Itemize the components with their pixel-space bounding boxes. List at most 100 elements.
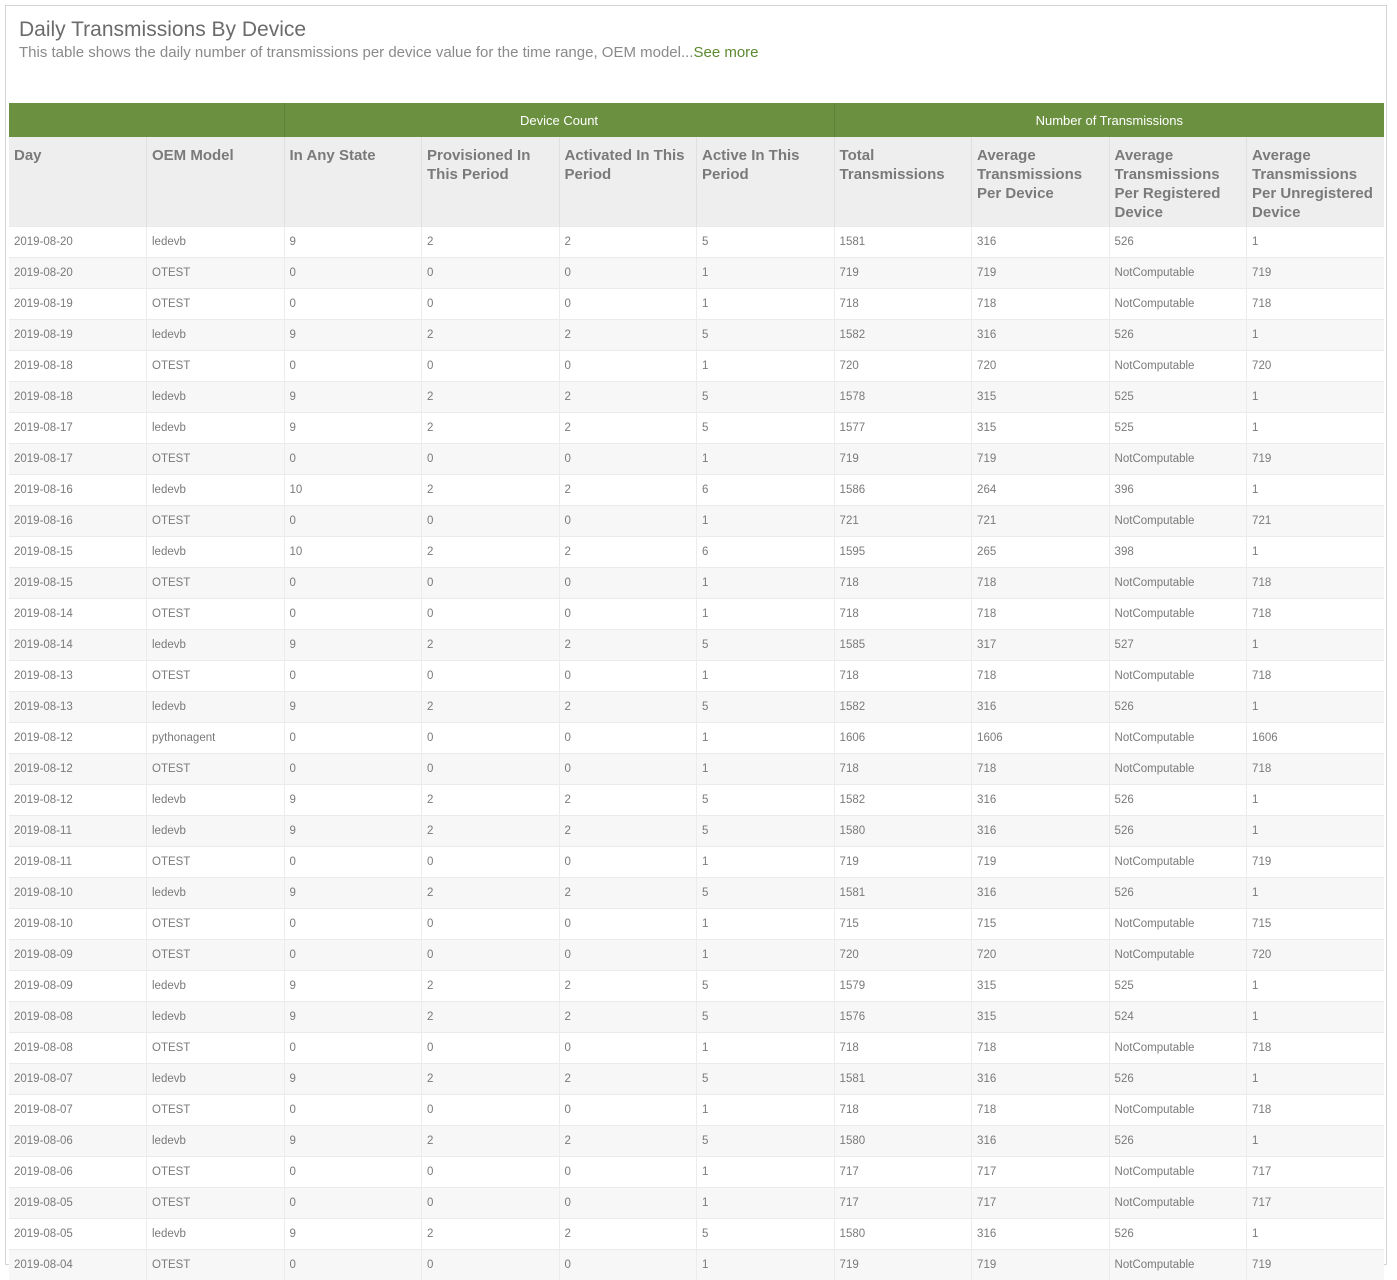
column-header-total-transmissions[interactable]: Total Transmissions bbox=[834, 137, 972, 227]
cell-day: 2019-08-05 bbox=[9, 1188, 147, 1219]
column-header-active[interactable]: Active In This Period bbox=[697, 137, 835, 227]
cell-total-transmissions: 718 bbox=[834, 661, 972, 692]
cell-oem-model: OTEST bbox=[147, 1095, 285, 1126]
cell-provisioned: 2 bbox=[422, 320, 560, 351]
cell-activated: 0 bbox=[559, 1095, 697, 1126]
cell-oem-model: OTEST bbox=[147, 506, 285, 537]
cell-in-any-state: 0 bbox=[284, 289, 422, 320]
cell-active: 6 bbox=[697, 475, 835, 506]
cell-total-transmissions: 1585 bbox=[834, 630, 972, 661]
cell-avg-per-device: 719 bbox=[972, 444, 1110, 475]
cell-avg-per-registered: NotComputable bbox=[1109, 506, 1247, 537]
table-row: 2019-08-08OTEST0001718718NotComputable71… bbox=[9, 1033, 1384, 1064]
cell-in-any-state: 0 bbox=[284, 506, 422, 537]
cell-avg-per-device: 315 bbox=[972, 413, 1110, 444]
cell-activated: 0 bbox=[559, 1157, 697, 1188]
cell-avg-per-unregistered: 718 bbox=[1247, 1095, 1385, 1126]
cell-oem-model: OTEST bbox=[147, 940, 285, 971]
column-header-avg-per-unregistered[interactable]: Average Transmissions Per Unregistered D… bbox=[1247, 137, 1385, 227]
cell-total-transmissions: 718 bbox=[834, 599, 972, 630]
cell-day: 2019-08-15 bbox=[9, 568, 147, 599]
cell-avg-per-registered: 526 bbox=[1109, 1126, 1247, 1157]
cell-oem-model: ledevb bbox=[147, 413, 285, 444]
cell-active: 5 bbox=[697, 1002, 835, 1033]
cell-provisioned: 2 bbox=[422, 630, 560, 661]
cell-avg-per-registered: NotComputable bbox=[1109, 258, 1247, 289]
column-header-in-any-state[interactable]: In Any State bbox=[284, 137, 422, 227]
cell-active: 1 bbox=[697, 1157, 835, 1188]
cell-total-transmissions: 1581 bbox=[834, 1064, 972, 1095]
cell-avg-per-device: 265 bbox=[972, 537, 1110, 568]
cell-day: 2019-08-04 bbox=[9, 1250, 147, 1280]
cell-provisioned: 0 bbox=[422, 1157, 560, 1188]
cell-activated: 0 bbox=[559, 940, 697, 971]
cell-active: 1 bbox=[697, 506, 835, 537]
cell-day: 2019-08-08 bbox=[9, 1002, 147, 1033]
cell-total-transmissions: 721 bbox=[834, 506, 972, 537]
cell-provisioned: 0 bbox=[422, 940, 560, 971]
cell-avg-per-device: 316 bbox=[972, 1219, 1110, 1250]
cell-avg-per-device: 719 bbox=[972, 1250, 1110, 1280]
cell-in-any-state: 0 bbox=[284, 444, 422, 475]
cell-avg-per-registered: NotComputable bbox=[1109, 1033, 1247, 1064]
cell-provisioned: 0 bbox=[422, 661, 560, 692]
cell-total-transmissions: 1580 bbox=[834, 1126, 972, 1157]
column-header-avg-per-device[interactable]: Average Transmissions Per Device bbox=[972, 137, 1110, 227]
cell-total-transmissions: 1581 bbox=[834, 227, 972, 258]
cell-avg-per-registered: 526 bbox=[1109, 320, 1247, 351]
column-header-avg-per-registered[interactable]: Average Transmissions Per Registered Dev… bbox=[1109, 137, 1247, 227]
cell-provisioned: 0 bbox=[422, 258, 560, 289]
cell-avg-per-registered: 525 bbox=[1109, 971, 1247, 1002]
cell-active: 1 bbox=[697, 909, 835, 940]
cell-in-any-state: 9 bbox=[284, 320, 422, 351]
cell-total-transmissions: 719 bbox=[834, 847, 972, 878]
column-header-activated[interactable]: Activated In This Period bbox=[559, 137, 697, 227]
cell-oem-model: OTEST bbox=[147, 568, 285, 599]
cell-provisioned: 0 bbox=[422, 568, 560, 599]
cell-avg-per-device: 718 bbox=[972, 599, 1110, 630]
cell-day: 2019-08-11 bbox=[9, 847, 147, 878]
cell-oem-model: ledevb bbox=[147, 382, 285, 413]
cell-activated: 0 bbox=[559, 661, 697, 692]
table-row: 2019-08-13ledevb922515823165261 bbox=[9, 692, 1384, 723]
cell-day: 2019-08-10 bbox=[9, 878, 147, 909]
cell-in-any-state: 9 bbox=[284, 692, 422, 723]
cell-day: 2019-08-12 bbox=[9, 723, 147, 754]
cell-avg-per-unregistered: 719 bbox=[1247, 444, 1385, 475]
cell-total-transmissions: 1580 bbox=[834, 816, 972, 847]
cell-active: 5 bbox=[697, 1126, 835, 1157]
cell-activated: 0 bbox=[559, 599, 697, 630]
column-header-provisioned[interactable]: Provisioned In This Period bbox=[422, 137, 560, 227]
cell-oem-model: OTEST bbox=[147, 289, 285, 320]
cell-active: 1 bbox=[697, 723, 835, 754]
cell-in-any-state: 9 bbox=[284, 1126, 422, 1157]
cell-activated: 0 bbox=[559, 754, 697, 785]
cell-provisioned: 2 bbox=[422, 537, 560, 568]
cell-provisioned: 2 bbox=[422, 413, 560, 444]
cell-provisioned: 2 bbox=[422, 692, 560, 723]
cell-avg-per-registered: NotComputable bbox=[1109, 1188, 1247, 1219]
column-header-day[interactable]: Day bbox=[9, 137, 147, 227]
cell-oem-model: ledevb bbox=[147, 475, 285, 506]
cell-in-any-state: 0 bbox=[284, 599, 422, 630]
group-header-device-count: Device Count bbox=[284, 103, 834, 137]
cell-avg-per-device: 317 bbox=[972, 630, 1110, 661]
table-row: 2019-08-17OTEST0001719719NotComputable71… bbox=[9, 444, 1384, 475]
cell-activated: 2 bbox=[559, 971, 697, 1002]
table-row: 2019-08-18OTEST0001720720NotComputable72… bbox=[9, 351, 1384, 382]
cell-avg-per-device: 316 bbox=[972, 1064, 1110, 1095]
cell-oem-model: ledevb bbox=[147, 1002, 285, 1033]
table-row: 2019-08-15OTEST0001718718NotComputable71… bbox=[9, 568, 1384, 599]
cell-in-any-state: 0 bbox=[284, 847, 422, 878]
cell-in-any-state: 9 bbox=[284, 630, 422, 661]
cell-avg-per-unregistered: 717 bbox=[1247, 1188, 1385, 1219]
cell-total-transmissions: 719 bbox=[834, 1250, 972, 1280]
cell-day: 2019-08-12 bbox=[9, 785, 147, 816]
table-row: 2019-08-11OTEST0001719719NotComputable71… bbox=[9, 847, 1384, 878]
column-header-oem-model[interactable]: OEM Model bbox=[147, 137, 285, 227]
cell-avg-per-registered: NotComputable bbox=[1109, 1157, 1247, 1188]
cell-day: 2019-08-20 bbox=[9, 258, 147, 289]
cell-activated: 0 bbox=[559, 506, 697, 537]
cell-day: 2019-08-11 bbox=[9, 816, 147, 847]
see-more-link[interactable]: See more bbox=[693, 44, 758, 61]
